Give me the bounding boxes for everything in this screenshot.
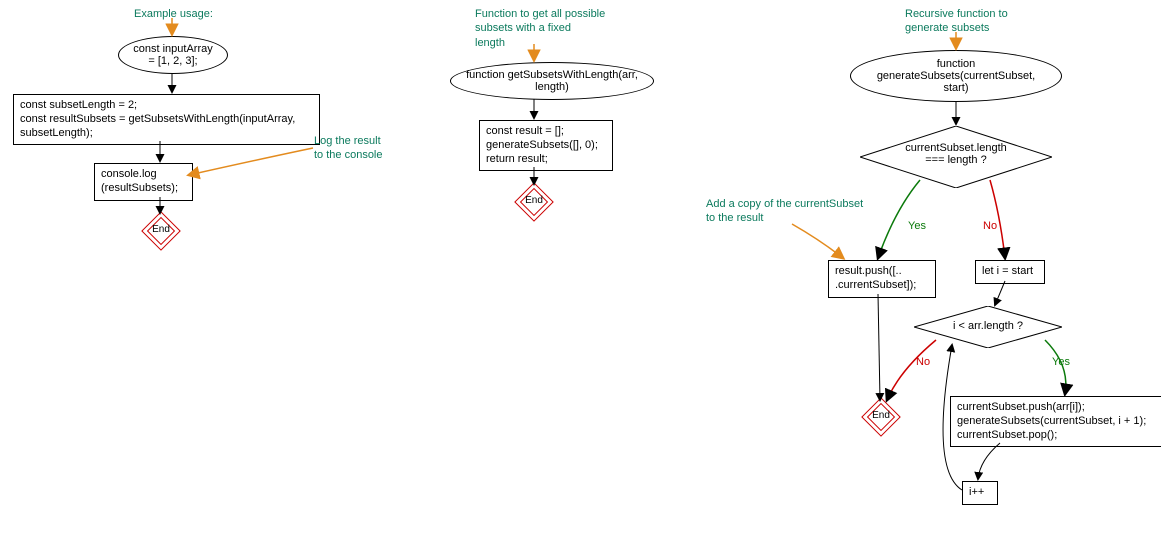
edge-no-1: No (983, 220, 997, 232)
start-label-lane3: function generateSubsets(currentSubset, … (877, 58, 1035, 94)
comment-add-copy: Add a copy of the currentSubset to the r… (706, 197, 863, 226)
block-result-return-text: const result = []; generateSubsets([], 0… (486, 125, 598, 165)
block-increment: i++ (962, 481, 998, 505)
end-node-lane1: End (147, 217, 173, 243)
block-increment-text: i++ (969, 486, 984, 498)
end-label-lane2: End (520, 195, 548, 206)
start-node-lane2: function getSubsetsWithLength(arr, lengt… (450, 62, 654, 100)
end-label-lane3: End (867, 410, 895, 421)
block-subset-length-text: const subsetLength = 2; const resultSubs… (20, 99, 295, 139)
comment-log-result: Log the result to the console (314, 134, 383, 163)
decision-i-lt-length: i < arr.length ? (914, 306, 1062, 348)
block-result-push: result.push([.. .currentSubset]); (828, 260, 936, 298)
decision-length-label: currentSubset.length === length ? (860, 142, 1052, 166)
edge-yes-1: Yes (908, 220, 926, 232)
block-result-return: const result = []; generateSubsets([], 0… (479, 120, 613, 171)
block-console-log-text: console.log (resultSubsets); (101, 168, 178, 194)
edge-yes-2: Yes (1052, 356, 1070, 368)
decision-i-lt-length-label: i < arr.length ? (914, 320, 1062, 332)
block-let-i-start: let i = start (975, 260, 1045, 284)
start-node-lane3: function generateSubsets(currentSubset, … (850, 50, 1062, 102)
start-label-lane1: const inputArray = [1, 2, 3]; (133, 43, 212, 67)
end-label-lane1: End (147, 224, 175, 235)
block-loop-body-text: currentSubset.push(arr[i]); generateSubs… (957, 401, 1146, 441)
block-let-i-start-text: let i = start (982, 265, 1033, 277)
comment-example-usage: Example usage: (134, 7, 213, 21)
end-node-lane3: End (867, 403, 893, 429)
decision-length: currentSubset.length === length ? (860, 126, 1052, 188)
block-loop-body: currentSubset.push(arr[i]); generateSubs… (950, 396, 1161, 447)
edge-no-2: No (916, 356, 930, 368)
comment-recursive-fn: Recursive function to generate subsets (905, 7, 1008, 36)
end-node-lane2: End (520, 188, 546, 214)
block-console-log: console.log (resultSubsets); (94, 163, 193, 201)
comment-function-subsets: Function to get all possible subsets wit… (475, 7, 605, 50)
block-subset-length: const subsetLength = 2; const resultSubs… (13, 94, 320, 145)
start-label-lane2: function getSubsetsWithLength(arr, lengt… (466, 69, 638, 93)
start-node-lane1: const inputArray = [1, 2, 3]; (118, 36, 228, 74)
block-result-push-text: result.push([.. .currentSubset]); (835, 265, 916, 291)
